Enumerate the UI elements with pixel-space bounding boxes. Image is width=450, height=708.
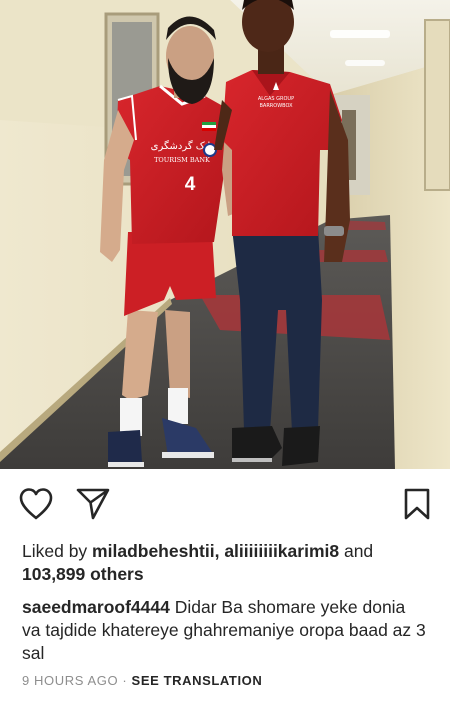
paper-plane-icon xyxy=(76,488,110,520)
post-timestamp: 9 HOURS AGO xyxy=(22,673,119,688)
post-caption: saeedmaroof4444 Didar Ba shomare yeke do… xyxy=(22,596,427,665)
liker-username-2[interactable]: aliiiiiiiikarimi8 xyxy=(224,541,339,561)
meta-dot: · xyxy=(118,673,132,688)
likes-and-text: and xyxy=(339,541,374,561)
photo-illustration: بانک گردشگری TOURISM BANK 4 ALGAS GROUP … xyxy=(0,0,450,469)
post-meta: 9 HOURS AGO · SEE TRANSLATION xyxy=(22,673,432,688)
post-photo[interactable]: بانک گردشگری TOURISM BANK 4 ALGAS GROUP … xyxy=(0,0,450,469)
bookmark-outline-icon xyxy=(404,488,430,520)
save-button[interactable] xyxy=(395,482,439,526)
jersey-sponsor-text: TOURISM BANK xyxy=(154,156,210,164)
post-action-bar xyxy=(0,482,450,530)
shirt-badge-line2: BARROWBOX xyxy=(259,103,293,109)
liker-username-1[interactable]: miladbeheshtii xyxy=(92,541,215,561)
shirt-badge-line1: ALGAS GROUP xyxy=(258,96,294,102)
see-translation-link[interactable]: SEE TRANSLATION xyxy=(132,673,263,688)
likes-prefix: Liked by xyxy=(22,541,93,561)
instagram-post: بانک گردشگری TOURISM BANK 4 ALGAS GROUP … xyxy=(0,0,450,708)
likes-others-count[interactable]: 103,899 others xyxy=(22,564,144,584)
share-button[interactable] xyxy=(71,482,115,526)
likes-summary: Liked by miladbeheshtii, aliiiiiiiikarim… xyxy=(22,540,432,586)
like-button[interactable] xyxy=(14,482,58,526)
heart-outline-icon xyxy=(19,488,53,520)
likes-separator: , xyxy=(214,541,225,561)
jersey-number: 4 xyxy=(185,174,196,195)
caption-username[interactable]: saeedmaroof4444 xyxy=(22,597,170,617)
